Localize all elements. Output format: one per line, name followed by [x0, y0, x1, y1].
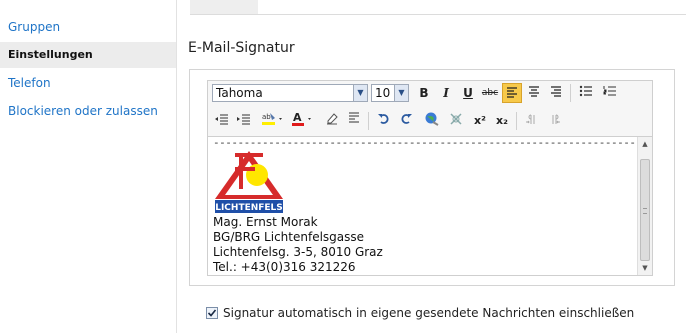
paragraph-format-icon [349, 112, 359, 123]
svg-text:ab: ab [262, 113, 271, 121]
lichtenfels-logo-icon: LICHTENFELS [215, 151, 283, 213]
eraser-icon [327, 113, 338, 125]
subscript-button[interactable]: x₂ [492, 111, 512, 131]
align-right-button[interactable] [546, 83, 566, 103]
clear-format-button[interactable] [322, 111, 342, 131]
align-center-button[interactable] [524, 83, 544, 103]
scroll-down-arrow-icon[interactable]: ▼ [638, 261, 652, 275]
align-center-icon [529, 86, 539, 97]
bold-button[interactable]: B [414, 83, 434, 103]
underline-button[interactable]: U [458, 83, 478, 103]
strikethrough-button[interactable]: abc [480, 83, 500, 103]
scrollbar-thumb[interactable] [640, 159, 650, 261]
sidebar-item-einstellungen[interactable]: Einstellungen [0, 42, 176, 68]
outdent-button[interactable] [212, 111, 232, 131]
chevron-down-icon[interactable]: ▼ [394, 85, 408, 101]
signature-editor: Tahoma ▼ 10 ▼ B I U abc ab A x² x₂ -----… [189, 69, 675, 286]
school-logo: LICHTENFELS [213, 149, 285, 215]
unlink-icon [450, 113, 462, 125]
sidebar-item-blockieren[interactable]: Blockieren oder zulassen [0, 98, 176, 124]
remove-link-button[interactable] [446, 111, 466, 131]
settings-sidebar: Gruppen Einstellungen Telefon Blockieren… [0, 0, 176, 333]
outdent-icon [215, 114, 228, 125]
signature-address: Lichtenfelsg. 3-5, 8010 Graz [213, 245, 383, 259]
font-family-select[interactable]: Tahoma ▼ [212, 84, 368, 102]
checkmark-icon [207, 309, 217, 317]
content-scrollbar[interactable]: ▲ ▼ [637, 137, 652, 275]
font-color-button[interactable]: A [290, 111, 316, 131]
indent-icon [237, 114, 250, 125]
svg-text:A: A [293, 111, 302, 124]
signature-phone: Tel.: +43(0)316 321226 [213, 260, 356, 274]
rtl-direction-button[interactable] [544, 111, 564, 131]
redo-button[interactable] [396, 111, 416, 131]
signature-separator: ----------------------------------------… [213, 136, 652, 149]
paragraph-format-button[interactable] [344, 111, 364, 131]
undo-icon [378, 114, 389, 124]
highlight-color-button[interactable]: ab [260, 111, 286, 131]
chevron-down-icon[interactable]: ▼ [353, 85, 367, 101]
highlighter-icon: ab [262, 113, 282, 125]
toolbar-separator [368, 112, 369, 130]
align-right-icon [551, 86, 561, 97]
numbered-list-icon [603, 86, 616, 96]
globe-link-icon [425, 112, 439, 126]
bullet-list-button[interactable] [576, 83, 596, 103]
sidebar-divider [176, 0, 177, 333]
ltr-direction-button[interactable] [522, 111, 542, 131]
auto-signature-checkbox[interactable] [206, 307, 218, 319]
signature-school: BG/BRG Lichtenfelsgasse [213, 230, 365, 244]
auto-signature-label[interactable]: Signatur automatisch in eigene gesendete… [223, 306, 634, 320]
numbered-list-button[interactable] [600, 83, 620, 103]
signature-content-area[interactable]: ----------------------------------------… [207, 136, 653, 276]
page-title: E-Mail-Signatur [188, 40, 295, 56]
bullet-list-icon [579, 85, 592, 97]
sidebar-item-telefon[interactable]: Telefon [0, 70, 176, 96]
superscript-button[interactable]: x² [470, 111, 490, 131]
sidebar-item-gruppen[interactable]: Gruppen [0, 14, 176, 40]
align-left-button[interactable] [502, 83, 522, 103]
font-size-select[interactable]: 10 ▼ [371, 84, 409, 102]
ltr-icon [526, 114, 535, 124]
italic-button[interactable]: I [436, 83, 456, 103]
signature-name: Mag. Ernst Morak [213, 215, 318, 229]
undo-button[interactable] [374, 111, 394, 131]
font-family-value: Tahoma [216, 86, 263, 100]
grip-icon [643, 208, 647, 214]
indent-button[interactable] [234, 111, 254, 131]
top-tab [190, 0, 258, 14]
redo-icon [401, 114, 412, 124]
scroll-up-arrow-icon[interactable]: ▲ [638, 137, 652, 151]
toolbar-separator [570, 84, 571, 102]
font-color-icon: A [292, 111, 311, 126]
align-left-icon [507, 87, 517, 98]
insert-link-button[interactable] [422, 111, 442, 131]
font-size-value: 10 [375, 86, 391, 100]
editor-toolbar: Tahoma ▼ 10 ▼ B I U abc ab A x² x₂ [207, 80, 653, 136]
rtl-icon [552, 114, 560, 124]
toolbar-separator [516, 112, 517, 130]
top-divider [190, 14, 686, 15]
logo-text: LICHTENFELS [215, 203, 283, 213]
